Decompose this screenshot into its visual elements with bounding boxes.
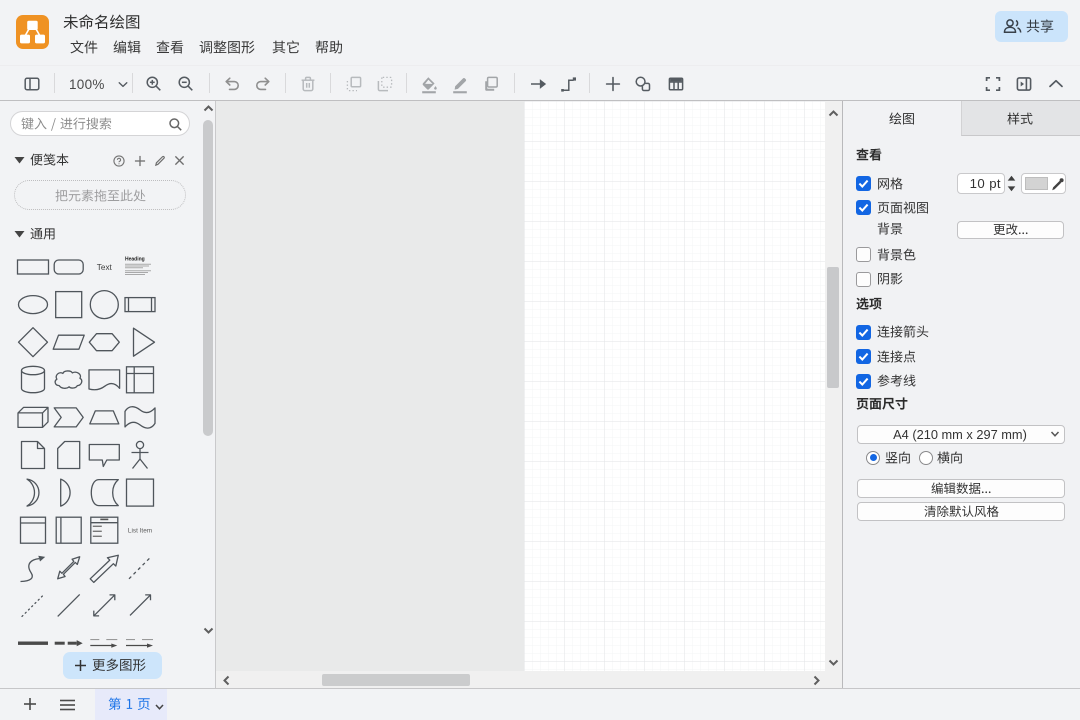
svg-text:Heading: Heading — [125, 257, 145, 263]
svg-text:Text: Text — [97, 263, 113, 272]
svg-text:List Item: List Item — [128, 528, 152, 535]
